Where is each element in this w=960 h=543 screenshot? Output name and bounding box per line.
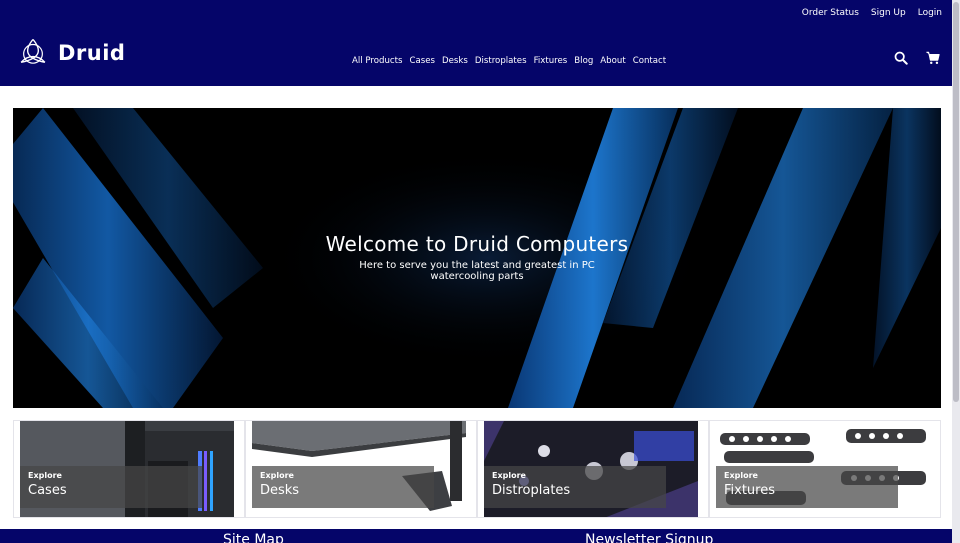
category-card-desks[interactable]: Explore Desks	[245, 420, 477, 518]
hero-text: Welcome to Druid Computers Here to serve…	[13, 232, 941, 282]
hero-subtitle: Here to serve you the latest and greates…	[359, 260, 595, 282]
desks-overlay: Explore Desks	[252, 466, 434, 508]
page: { "header": { "top_links": ["Order Statu…	[0, 0, 960, 543]
nav-all-products[interactable]: All Products	[352, 56, 403, 66]
nav-fixtures[interactable]: Fixtures	[534, 56, 568, 66]
fixtures-explore-label: Explore	[724, 471, 758, 480]
site-header: Order Status Sign Up Login Druid All Pro…	[0, 0, 952, 86]
distroplates-overlay: Explore Distroplates	[484, 466, 666, 508]
page-scrollbar[interactable]	[952, 0, 960, 543]
search-icon[interactable]	[894, 51, 908, 65]
nav-distroplates[interactable]: Distroplates	[475, 56, 527, 66]
fixtures-name: Fixtures	[724, 483, 776, 498]
header-icons	[894, 51, 940, 65]
top-links: Order Status Sign Up Login	[802, 8, 942, 18]
cases-explore-label: Explore	[28, 471, 62, 480]
nav-blog[interactable]: Blog	[574, 56, 593, 66]
hero-title: Welcome to Druid Computers	[325, 232, 629, 256]
category-card-cases[interactable]: Explore Cases	[13, 420, 245, 518]
category-cards: Explore Cases Explore Desks Explore Dist…	[13, 420, 941, 518]
desks-explore-label: Explore	[260, 471, 294, 480]
cases-name: Cases	[28, 483, 67, 498]
nav-desks[interactable]: Desks	[442, 56, 468, 66]
category-card-fixtures[interactable]: Explore Fixtures	[709, 420, 941, 518]
nav-about[interactable]: About	[600, 56, 625, 66]
footer-newsletter-heading: Newsletter Signup	[585, 532, 714, 543]
scrollbar-thumb[interactable]	[953, 2, 959, 402]
login-link[interactable]: Login	[918, 8, 942, 18]
brand-logo-link[interactable]: Druid	[16, 36, 125, 70]
nav-cases[interactable]: Cases	[410, 56, 436, 66]
distroplates-explore-label: Explore	[492, 471, 526, 480]
distroplates-name: Distroplates	[492, 483, 571, 498]
brand-name: Druid	[58, 41, 126, 65]
desks-name: Desks	[260, 483, 300, 498]
main-nav: All Products Cases Desks Distroplates Fi…	[352, 56, 666, 66]
fixtures-overlay: Explore Fixtures	[716, 466, 898, 508]
triquetra-logo-icon	[20, 38, 46, 64]
cart-icon[interactable]	[926, 51, 940, 65]
site-footer: Site Map Newsletter Signup	[0, 529, 952, 543]
category-card-distroplates[interactable]: Explore Distroplates	[477, 420, 709, 518]
hero-banner: Welcome to Druid Computers Here to serve…	[13, 108, 941, 408]
footer-site-map-heading: Site Map	[223, 532, 284, 543]
sign-up-link[interactable]: Sign Up	[871, 8, 906, 18]
cases-overlay: Explore Cases	[20, 466, 202, 508]
order-status-link[interactable]: Order Status	[802, 8, 859, 18]
nav-contact[interactable]: Contact	[633, 56, 666, 66]
